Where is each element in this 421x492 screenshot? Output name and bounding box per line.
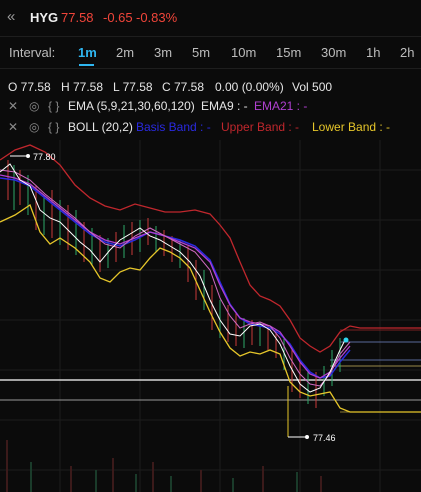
interval-2m[interactable]: 2m [116, 45, 134, 60]
ema21-value: EMA21 : - [254, 99, 308, 113]
selected-interval-indicator [79, 64, 94, 66]
close-icon[interactable]: ✕ [8, 99, 18, 113]
interval-15m[interactable]: 15m [276, 45, 301, 60]
interval-1m[interactable]: 1m [78, 45, 97, 60]
header-bar: « HYG 77.58 -0.65 -0.83% [0, 0, 421, 36]
divider [0, 36, 421, 37]
open-value: O 77.58 [8, 80, 51, 94]
lower-band-value: Lower Band : - [312, 120, 391, 134]
double-chevron-left-icon[interactable]: « [7, 8, 15, 25]
lower-band-line [0, 204, 421, 413]
divider [0, 68, 421, 69]
basis-band-value: Basis Band : - [136, 120, 211, 134]
high-marker: 77.80 [10, 152, 56, 162]
interval-selector: Interval: 1m 2m 3m 5m 10m 15m 30m 1h 2h [0, 38, 421, 66]
price-chart[interactable]: 77.80 77.46 [0, 140, 421, 492]
current-price-dot [343, 337, 349, 343]
interval-5m[interactable]: 5m [192, 45, 210, 60]
ema-name: EMA (5,9,21,30,60,120) [68, 99, 195, 113]
change-value: 0.00 (0.00%) [215, 80, 284, 94]
low-marker: 77.46 [287, 386, 336, 443]
symbol-label: HYG [30, 10, 59, 25]
volume-value: Vol 500 [292, 80, 333, 94]
price-change-percent: -0.83% [136, 10, 178, 25]
price-reference-lines [0, 329, 421, 413]
volume-bars [6, 440, 322, 492]
low-marker-label: 77.46 [313, 433, 336, 443]
interval-10m[interactable]: 10m [231, 45, 256, 60]
interval-2h[interactable]: 2h [400, 45, 414, 60]
close-icon[interactable]: ✕ [8, 120, 18, 134]
last-price: 77.58 [61, 10, 94, 25]
high-value: H 77.58 [61, 80, 104, 94]
interval-1h[interactable]: 1h [366, 45, 380, 60]
interval-3m[interactable]: 3m [154, 45, 172, 60]
chart-grid [0, 140, 421, 492]
price-change: -0.65 [103, 10, 133, 25]
low-value: L 77.58 [113, 80, 153, 94]
eye-icon[interactable]: ◎ [29, 99, 39, 113]
eye-icon[interactable]: ◎ [29, 120, 39, 134]
candles [7, 160, 341, 408]
ema9-value: EMA9 : - [201, 99, 248, 113]
interval-label: Interval: [9, 45, 56, 60]
upper-band-value: Upper Band : - [221, 120, 300, 134]
boll-name: BOLL (20,2) [68, 120, 133, 134]
settings-braces-icon[interactable]: { } [48, 120, 59, 134]
interval-30m[interactable]: 30m [321, 45, 346, 60]
high-marker-label: 77.80 [33, 152, 56, 162]
settings-braces-icon[interactable]: { } [48, 99, 59, 113]
upper-band-line [0, 144, 421, 353]
close-value: C 77.58 [162, 80, 205, 94]
